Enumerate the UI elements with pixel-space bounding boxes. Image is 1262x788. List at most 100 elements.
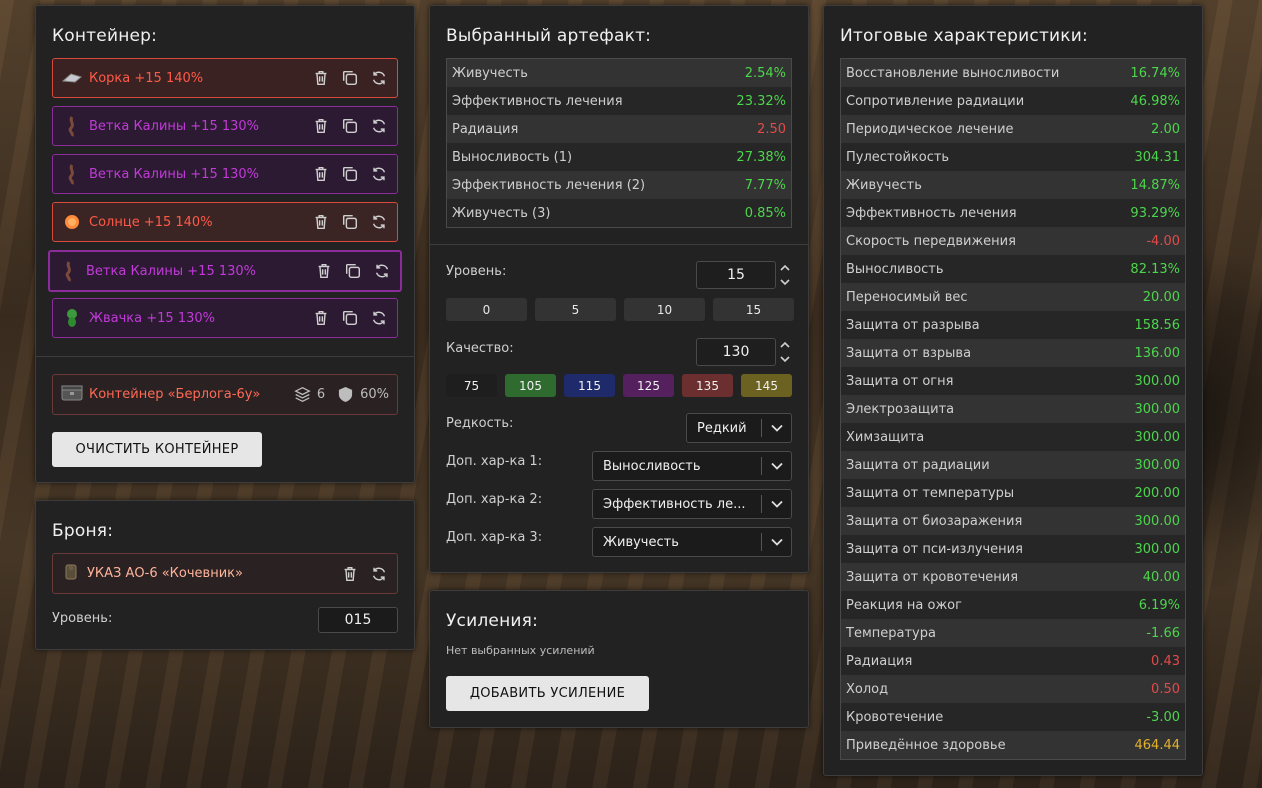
delete-icon[interactable] (311, 68, 331, 88)
divider (430, 244, 808, 245)
stat-row: Холод 0.50 (841, 675, 1185, 703)
artifact-quality-input[interactable]: 130 (696, 338, 776, 366)
container-info[interactable]: Контейнер «Берлога-6у» 6 60% (52, 374, 398, 415)
refresh-icon[interactable] (369, 68, 389, 88)
quality-spinner[interactable] (780, 341, 790, 363)
stat-row: Температура -1.66 (841, 619, 1185, 647)
stat-row: Электрозащита 300.00 (841, 395, 1185, 423)
stat-row: Защита от пси-излучения 300.00 (841, 535, 1185, 563)
chevron-down-icon[interactable] (780, 355, 790, 363)
level-preset-button[interactable]: 0 (446, 298, 527, 321)
chevron-down-icon (761, 495, 791, 513)
quality-preset-button[interactable]: 135 (682, 374, 733, 397)
refresh-icon[interactable] (369, 164, 389, 184)
stat-row: Выносливость (1) 27.38% (447, 143, 791, 171)
quality-preset-button[interactable]: 145 (741, 374, 792, 397)
artifact-slot[interactable]: Жвачка +15 130% (52, 298, 398, 338)
stat-row: Кровотечение -3.00 (841, 703, 1185, 731)
armor-level-input[interactable]: 015 (318, 607, 398, 633)
armor-icon (61, 562, 81, 586)
rarity-select[interactable]: Редкий (686, 413, 792, 443)
delete-icon[interactable] (311, 308, 331, 328)
refresh-icon[interactable] (369, 212, 389, 232)
chevron-down-icon[interactable] (780, 278, 790, 286)
level-presets: 0 5 10 15 (446, 298, 794, 321)
artifact-slot[interactable]: Корка +15 140% (52, 58, 398, 98)
chevron-up-icon[interactable] (780, 264, 790, 272)
refresh-icon[interactable] (369, 116, 389, 136)
stat-label: Радиация (452, 121, 519, 137)
stat-label: Сопротивление радиации (846, 93, 1025, 109)
extra1-value: Выносливость (603, 458, 701, 474)
artifact-title: Выбранный артефакт: (446, 26, 652, 46)
artifact-stats-table: Живучесть 2.54% Эффективность лечения 23.… (446, 58, 792, 228)
stat-row: Живучесть 2.54% (447, 59, 791, 87)
delete-icon[interactable] (311, 212, 331, 232)
copy-icon[interactable] (340, 68, 360, 88)
quality-preset-button[interactable]: 125 (623, 374, 674, 397)
refresh-icon[interactable] (369, 564, 389, 584)
refresh-icon[interactable] (369, 308, 389, 328)
stat-row: Эффективность лечения (2) 7.77% (447, 171, 791, 199)
artifact-slot[interactable]: Ветка Калины +15 130% (52, 154, 398, 194)
artifact-slot[interactable]: Ветка Калины +15 130% (52, 106, 398, 146)
artifact-slot-name: Корка +15 140% (89, 70, 204, 86)
level-preset-button[interactable]: 15 (713, 298, 794, 321)
gum-icon (61, 307, 83, 329)
stat-value: -4.00 (1146, 233, 1180, 249)
artifact-slot[interactable]: Солнце +15 140% (52, 202, 398, 242)
copy-icon[interactable] (343, 261, 363, 281)
stat-value: 2.50 (757, 121, 786, 137)
copy-icon[interactable] (340, 308, 360, 328)
artifact-slot[interactable]: Ветка Калины +15 130% (48, 250, 402, 292)
stat-label: Температура (846, 625, 936, 641)
add-boost-button[interactable]: ДОБАВИТЬ УСИЛЕНИЕ (446, 676, 649, 711)
delete-icon[interactable] (314, 261, 334, 281)
stat-value: 300.00 (1134, 429, 1181, 445)
stat-row: Живучесть (3) 0.85% (447, 199, 791, 227)
stat-label: Эффективность лечения (452, 93, 623, 109)
stat-value: 2.54% (744, 65, 786, 81)
copy-icon[interactable] (340, 116, 360, 136)
extra1-label: Доп. хар-ка 1: (446, 454, 543, 469)
stat-label: Периодическое лечение (846, 121, 1014, 137)
chevron-up-icon[interactable] (780, 341, 790, 349)
quality-preset-button[interactable]: 115 (564, 374, 615, 397)
artifact-slot-name: Жвачка +15 130% (89, 310, 215, 326)
stat-row: Эффективность лечения 23.32% (447, 87, 791, 115)
extra2-select[interactable]: Эффективность ле... (592, 489, 792, 519)
stat-row: Радиация 0.43 (841, 647, 1185, 675)
delete-icon[interactable] (340, 564, 360, 584)
stat-label: Защита от биозаражения (846, 513, 1023, 529)
stat-row: Защита от взрыва 136.00 (841, 339, 1185, 367)
delete-icon[interactable] (311, 116, 331, 136)
stat-value: 200.00 (1134, 485, 1181, 501)
copy-icon[interactable] (340, 212, 360, 232)
extra3-value: Живучесть (603, 534, 679, 550)
stat-row: Скорость передвижения -4.00 (841, 227, 1185, 255)
clear-container-button[interactable]: ОЧИСТИТЬ КОНТЕЙНЕР (52, 432, 262, 467)
armor-slot[interactable]: УКАЗ АО-6 «Кочевник» (52, 553, 398, 594)
copy-icon[interactable] (340, 164, 360, 184)
artifact-slot-name: Ветка Калины +15 130% (86, 263, 257, 279)
level-preset-button[interactable]: 10 (624, 298, 705, 321)
level-preset-button[interactable]: 5 (535, 298, 616, 321)
artifact-level-input[interactable]: 15 (696, 261, 776, 289)
stat-value: 300.00 (1134, 513, 1181, 529)
shield-icon (339, 387, 353, 402)
stat-value: 2.00 (1151, 121, 1180, 137)
stat-label: Переносимый вес (846, 289, 968, 305)
quality-preset-button[interactable]: 75 (446, 374, 497, 397)
extra1-select[interactable]: Выносливость (592, 451, 792, 481)
stat-row: Защита от разрыва 158.56 (841, 311, 1185, 339)
chevron-down-icon (761, 533, 791, 551)
stat-value: 300.00 (1134, 401, 1181, 417)
refresh-icon[interactable] (372, 261, 392, 281)
extra3-select[interactable]: Живучесть (592, 527, 792, 557)
chevron-down-icon (761, 457, 791, 475)
stat-row: Приведённое здоровье 464.44 (841, 731, 1185, 759)
level-spinner[interactable] (780, 264, 790, 286)
stat-row: Защита от биозаражения 300.00 (841, 507, 1185, 535)
quality-preset-button[interactable]: 105 (505, 374, 556, 397)
delete-icon[interactable] (311, 164, 331, 184)
